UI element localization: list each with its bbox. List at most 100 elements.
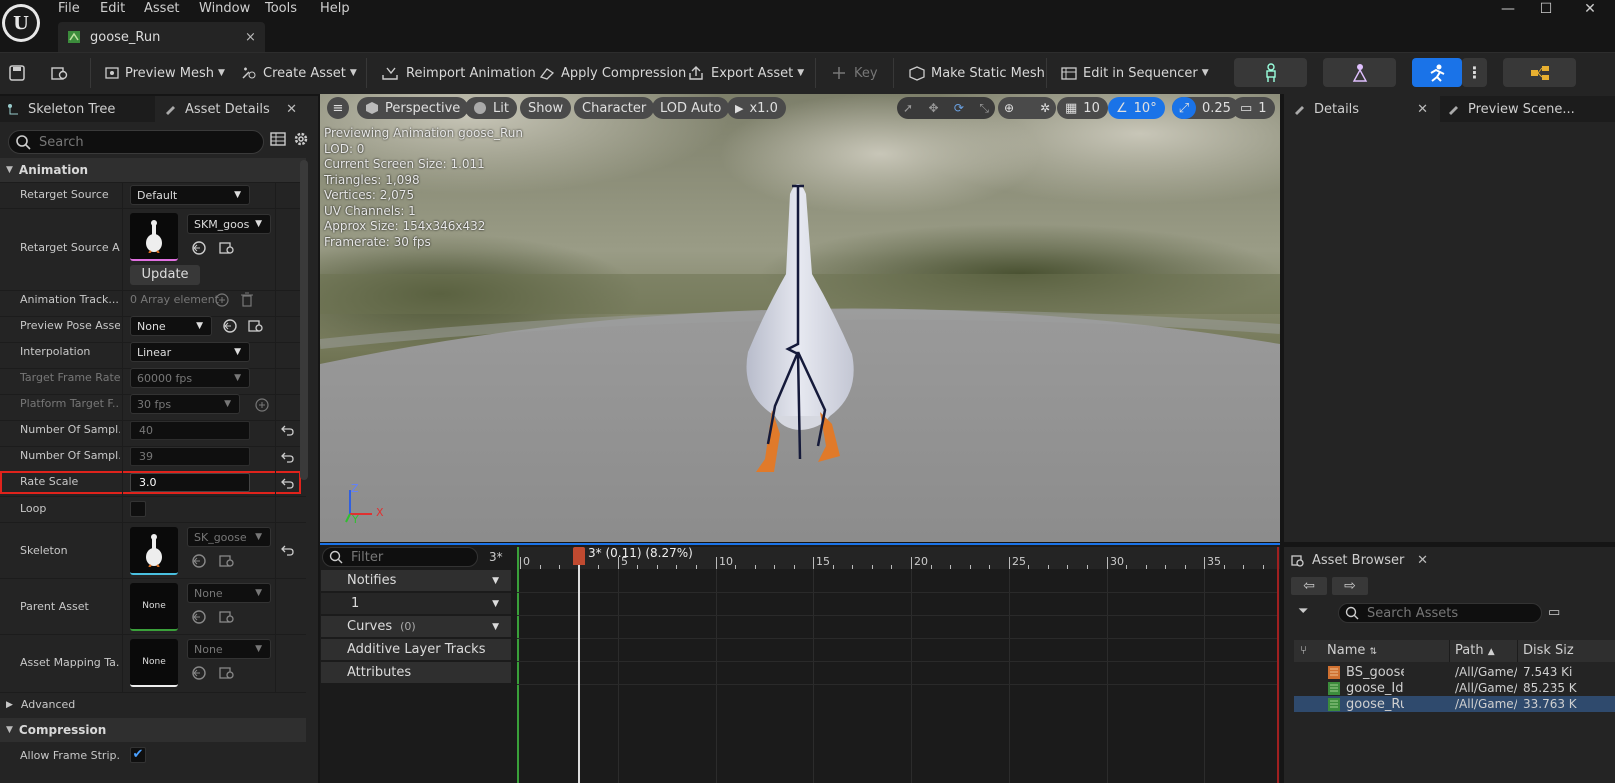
preview-mesh-button[interactable]: Preview Mesh ▼: [104, 58, 225, 88]
rotate-icon[interactable]: ⟳: [954, 101, 964, 115]
surface-snap-icon[interactable]: ✲: [1040, 101, 1050, 115]
track-notify-1[interactable]: 1 ▼: [321, 593, 511, 614]
browse-pose-icon[interactable]: [247, 318, 265, 334]
track-notifies[interactable]: Notifies ▼: [321, 570, 511, 591]
tab-asset-details[interactable]: Asset Details ✕: [155, 96, 305, 122]
col-name-header[interactable]: Name ⇅: [1327, 643, 1377, 658]
angle-snap-button[interactable]: ∠ 10°: [1108, 97, 1165, 119]
details-search-input[interactable]: Search: [8, 130, 264, 154]
col-path-header[interactable]: Path ▲: [1455, 643, 1495, 658]
section-advanced[interactable]: ▶ Advanced: [0, 692, 306, 716]
browse-icon[interactable]: [218, 609, 236, 625]
show-button[interactable]: Show: [520, 97, 572, 119]
mesh-mode-icon[interactable]: [1323, 58, 1396, 87]
timeline-filter-input[interactable]: Filter: [322, 547, 478, 567]
track-curves[interactable]: Curves (0) ▼: [321, 616, 511, 637]
playhead-handle[interactable]: [573, 547, 585, 565]
select-icon[interactable]: ➚: [903, 101, 913, 115]
track-additive[interactable]: Additive Layer Tracks: [321, 639, 511, 660]
tab-preview-scene[interactable]: Preview Scene...: [1440, 96, 1615, 122]
scale-snap-button[interactable]: ⤢ 0.25: [1172, 97, 1239, 119]
export-asset-button[interactable]: Export Asset ▼: [688, 58, 804, 88]
use-selected-icon[interactable]: [191, 240, 207, 256]
world-space-icon[interactable]: ⊕: [1004, 101, 1014, 115]
tab-asset-browser[interactable]: Asset Browser ✕: [1284, 547, 1440, 573]
reset-to-default-icon[interactable]: [280, 477, 294, 489]
viewport-menu-icon[interactable]: ≡: [327, 97, 349, 119]
interpolation-combo[interactable]: Linear ▼: [130, 342, 250, 362]
mode-options-icon[interactable]: ⋮: [1462, 58, 1487, 87]
make-static-mesh-button[interactable]: Make Static Mesh: [908, 58, 1045, 88]
loop-checkbox[interactable]: [130, 501, 146, 517]
grid-snap-button[interactable]: ▦ 10: [1057, 97, 1108, 119]
menu-help[interactable]: Help: [320, 0, 350, 18]
browse-icon[interactable]: [218, 665, 236, 681]
add-element-icon[interactable]: [214, 292, 230, 308]
lit-button[interactable]: Lit: [465, 97, 517, 119]
close-window-icon[interactable]: ✕: [1578, 0, 1602, 18]
forward-arrow-icon[interactable]: ⇨: [1332, 577, 1368, 595]
tab-close-icon[interactable]: ×: [245, 30, 265, 45]
use-selected-icon[interactable]: [191, 665, 207, 681]
folder-icon[interactable]: ▭: [1548, 605, 1560, 620]
allow-frame-strip-checkbox[interactable]: ✔: [130, 747, 146, 763]
reset-to-default-icon[interactable]: [280, 544, 294, 556]
use-selected-icon[interactable]: [191, 553, 207, 569]
reimport-animation-button[interactable]: Reimport Animation: [381, 58, 536, 88]
asset-row-bs-goose[interactable]: BS_goose /All/Game/ 7.543 Ki: [1294, 664, 1615, 680]
minimize-icon[interactable]: —: [1496, 0, 1520, 18]
asset-row-goose-run[interactable]: goose_Run /All/Game/ 33.763 K: [1294, 696, 1615, 712]
col-size-header[interactable]: Disk Siz: [1523, 643, 1574, 658]
menu-edit[interactable]: Edit: [100, 0, 125, 18]
update-button[interactable]: Update: [130, 265, 200, 285]
asset-row-goose-idle[interactable]: goose_Idle /All/Game/ 85.235 K: [1294, 680, 1615, 696]
close-details-icon[interactable]: ✕: [1417, 102, 1428, 117]
asset-tab[interactable]: goose_Run ×: [58, 22, 265, 52]
parent-asset-combo[interactable]: None ▼: [187, 583, 271, 603]
skeleton-thumbnail[interactable]: [130, 527, 178, 575]
camera-speed-button[interactable]: ▭ 1: [1232, 97, 1275, 119]
character-button[interactable]: Character: [574, 97, 655, 119]
retarget-thumbnail[interactable]: [130, 213, 178, 261]
reset-to-default-icon[interactable]: [280, 451, 294, 463]
save-icon[interactable]: [8, 58, 31, 88]
menu-tools[interactable]: Tools: [265, 0, 297, 18]
asset-search-input[interactable]: Search Assets: [1338, 603, 1542, 623]
animation-mode-icon[interactable]: [1412, 58, 1462, 87]
blueprint-mode-icon[interactable]: [1503, 58, 1576, 87]
retarget-asset-combo[interactable]: SKM_goos ▼: [187, 214, 271, 234]
track-attributes[interactable]: Attributes: [321, 662, 511, 683]
asset-mapping-thumbnail[interactable]: None: [130, 639, 178, 687]
asset-mapping-combo[interactable]: None ▼: [187, 639, 271, 659]
apply-compression-button[interactable]: Apply Compression: [538, 58, 686, 88]
skeleton-combo[interactable]: SK_goose ▼: [187, 527, 271, 547]
scale-icon[interactable]: ⤡: [979, 101, 989, 116]
add-platform-icon[interactable]: [254, 397, 270, 413]
create-asset-button[interactable]: Create Asset ▼: [240, 58, 357, 88]
back-arrow-icon[interactable]: ⇦: [1291, 577, 1327, 595]
close-panel-icon[interactable]: ✕: [286, 102, 297, 117]
table-view-icon[interactable]: [270, 131, 286, 147]
menu-file[interactable]: File: [58, 0, 80, 18]
translate-icon[interactable]: ✥: [928, 101, 938, 115]
parent-asset-thumbnail[interactable]: None: [130, 583, 178, 631]
browse-asset-icon[interactable]: [50, 58, 75, 88]
perspective-button[interactable]: Perspective: [357, 97, 469, 119]
preview-pose-combo[interactable]: None ▼: [130, 316, 212, 336]
tab-details[interactable]: Details ✕: [1284, 96, 1440, 122]
tab-skeleton-tree[interactable]: Skeleton Tree: [0, 96, 155, 122]
section-animation[interactable]: ▼ Animation: [0, 158, 306, 182]
use-selected-icon[interactable]: [191, 609, 207, 625]
menu-window[interactable]: Window: [199, 0, 250, 18]
skeleton-mode-icon[interactable]: [1234, 58, 1307, 87]
delete-icon[interactable]: [240, 292, 254, 308]
retarget-source-combo[interactable]: Default ▼: [130, 185, 250, 205]
lod-button[interactable]: LOD Auto: [652, 97, 730, 119]
unreal-logo-icon[interactable]: U: [2, 4, 40, 42]
edit-in-sequencer-button[interactable]: Edit in Sequencer ▼: [1060, 58, 1209, 88]
browse-icon[interactable]: [218, 240, 236, 256]
close-asset-browser-icon[interactable]: ✕: [1417, 553, 1428, 568]
settings-gear-icon[interactable]: [292, 130, 310, 148]
menu-asset[interactable]: Asset: [144, 0, 180, 18]
browse-icon[interactable]: [218, 553, 236, 569]
